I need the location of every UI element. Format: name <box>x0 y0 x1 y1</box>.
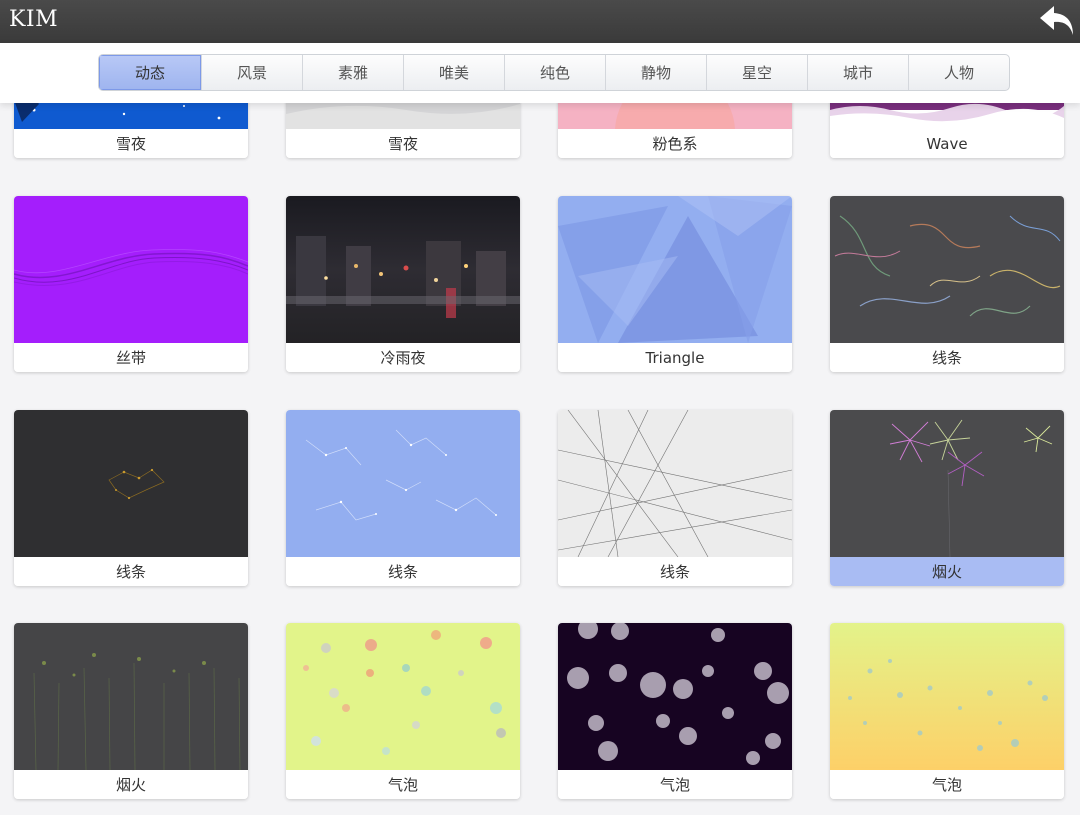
wallpaper-caption: 丝带 <box>14 343 248 372</box>
wallpaper-caption: 线条 <box>558 557 792 586</box>
app-window: 雪夜 雪夜 粉色系 Wave 丝带 冷雨夜 Triangle 线条 线条 线条 … <box>0 0 1080 815</box>
wallpaper-card[interactable]: 线条 <box>830 196 1064 372</box>
back-arrow-icon <box>1040 6 1073 35</box>
wallpaper-thumbnail <box>558 623 792 770</box>
wallpaper-card[interactable]: 气泡 <box>558 623 792 799</box>
wallpaper-thumbnail <box>286 196 520 343</box>
wallpaper-thumbnail <box>830 623 1064 770</box>
wallpaper-caption: 气泡 <box>558 770 792 799</box>
wallpaper-card[interactable]: 烟火 <box>14 623 248 799</box>
wallpaper-thumbnail <box>830 196 1064 343</box>
category-tab-bar: 动态 风景 素雅 唯美 纯色 静物 星空 城市 人物 <box>0 43 1080 103</box>
wallpaper-thumbnail <box>558 196 792 343</box>
wallpaper-caption: 线条 <box>830 343 1064 372</box>
back-button[interactable] <box>1038 2 1076 38</box>
category-tabs: 动态 风景 素雅 唯美 纯色 静物 星空 城市 人物 <box>98 54 1010 91</box>
tab-people[interactable]: 人物 <box>908 55 1009 90</box>
wallpaper-card[interactable]: 线条 <box>558 410 792 586</box>
wallpaper-thumbnail <box>14 623 248 770</box>
wallpaper-card[interactable]: 冷雨夜 <box>286 196 520 372</box>
wallpaper-thumbnail <box>286 410 520 557</box>
wallpaper-caption: 粉色系 <box>558 129 792 158</box>
wallpaper-grid: 雪夜 雪夜 粉色系 Wave 丝带 冷雨夜 Triangle 线条 线条 线条 … <box>0 0 1080 815</box>
wallpaper-caption: 烟火 <box>14 770 248 799</box>
wallpaper-caption: 气泡 <box>286 770 520 799</box>
wallpaper-card-selected[interactable]: 烟火 <box>830 410 1064 586</box>
tab-still-life[interactable]: 静物 <box>605 55 706 90</box>
tab-starry-sky[interactable]: 星空 <box>706 55 807 90</box>
wallpaper-card[interactable]: Triangle <box>558 196 792 372</box>
wallpaper-caption: 线条 <box>286 557 520 586</box>
wallpaper-card[interactable]: 丝带 <box>14 196 248 372</box>
wallpaper-thumbnail <box>830 410 1064 557</box>
wallpaper-thumbnail <box>14 196 248 343</box>
wallpaper-caption: 气泡 <box>830 770 1064 799</box>
wallpaper-card[interactable]: 线条 <box>14 410 248 586</box>
tab-aesthetic[interactable]: 唯美 <box>403 55 504 90</box>
wallpaper-thumbnail <box>14 410 248 557</box>
tab-solid-color[interactable]: 纯色 <box>504 55 605 90</box>
app-title: KIM <box>9 7 59 32</box>
tab-city[interactable]: 城市 <box>807 55 908 90</box>
wallpaper-caption: 雪夜 <box>286 129 520 158</box>
tab-scenery[interactable]: 风景 <box>201 55 302 90</box>
tab-dynamic[interactable]: 动态 <box>99 55 201 90</box>
wallpaper-caption: 线条 <box>14 557 248 586</box>
wallpaper-caption: Triangle <box>558 343 792 372</box>
wallpaper-thumbnail <box>286 623 520 770</box>
wallpaper-caption: 烟火 <box>830 557 1064 586</box>
wallpaper-card[interactable]: 气泡 <box>286 623 520 799</box>
wallpaper-caption: 冷雨夜 <box>286 343 520 372</box>
wallpaper-thumbnail <box>558 410 792 557</box>
title-bar: KIM <box>0 0 1080 43</box>
wallpaper-card[interactable]: 线条 <box>286 410 520 586</box>
wallpaper-caption: 雪夜 <box>14 129 248 158</box>
wallpaper-caption: Wave <box>830 129 1064 158</box>
tab-plain[interactable]: 素雅 <box>302 55 403 90</box>
wallpaper-card[interactable]: 气泡 <box>830 623 1064 799</box>
